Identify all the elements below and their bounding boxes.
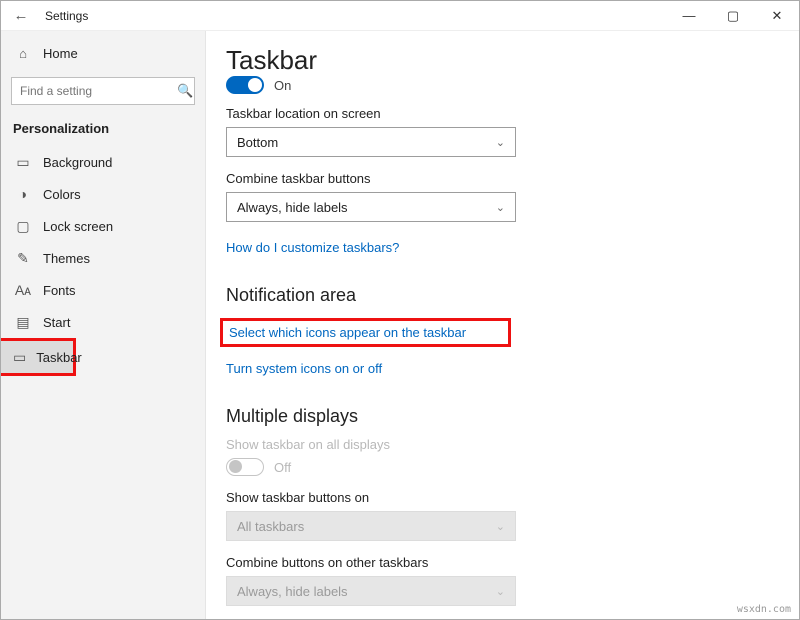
watermark: wsxdn.com [737,604,791,615]
combine-dropdown[interactable]: Always, hide labels ⌄ [226,192,516,222]
combine-other-value: Always, hide labels [237,584,348,599]
system-icons-link[interactable]: Turn system icons on or off [226,361,382,376]
settings-window: ← Settings — ▢ ✕ ⌂ Home 🔍 Personalizatio… [0,0,800,620]
sidebar-item-label: Colors [43,187,81,202]
sidebar-item-label: Start [43,315,70,330]
search-icon: 🔍 [177,83,193,99]
chevron-down-icon: ⌄ [496,201,505,214]
taskbar-icon: ▭ [13,349,26,366]
sidebar-item-start[interactable]: ▤ Start [1,306,205,338]
multiple-displays-heading: Multiple displays [226,406,729,427]
show-all-toggle [226,458,264,476]
sidebar-item-themes[interactable]: ✎ Themes [1,242,205,274]
sidebar-item-colors[interactable]: ◑ Colors [1,178,205,210]
search-box[interactable]: 🔍 [11,77,195,105]
cutoff-toggle-row: On [226,76,729,94]
prev-toggle[interactable] [226,76,264,94]
sidebar-item-fonts[interactable]: Aᴀ Fonts [1,274,205,306]
prev-toggle-label: On [274,78,291,93]
show-buttons-on-value: All taskbars [237,519,304,534]
show-buttons-on-label: Show taskbar buttons on [226,490,729,505]
back-button[interactable]: ← [11,6,31,26]
caption-buttons: — ▢ ✕ [667,1,799,31]
sidebar-item-label: Taskbar [36,350,82,365]
combine-label: Combine taskbar buttons [226,171,729,186]
location-value: Bottom [237,135,278,150]
combine-other-label: Combine buttons on other taskbars [226,555,729,570]
customize-link[interactable]: How do I customize taskbars? [226,240,399,255]
start-icon: ▤ [13,314,33,331]
show-all-state: Off [274,460,291,475]
search-input[interactable] [18,83,177,99]
sidebar-item-label: Background [43,155,112,170]
maximize-icon: ▢ [727,8,739,24]
sidebar: ⌂ Home 🔍 Personalization ▭ Background ◑ … [1,31,206,619]
sidebar-item-label: Themes [43,251,90,266]
combine-value: Always, hide labels [237,200,348,215]
minimize-icon: — [683,8,696,23]
show-buttons-on-dropdown: All taskbars ⌄ [226,511,516,541]
chevron-down-icon: ⌄ [496,585,505,598]
maximize-button[interactable]: ▢ [711,1,755,31]
sidebar-item-background[interactable]: ▭ Background [1,146,205,178]
select-icons-link[interactable]: Select which icons appear on the taskbar [220,318,511,347]
sidebar-item-label: Fonts [43,283,76,298]
chevron-down-icon: ⌄ [496,520,505,533]
location-dropdown[interactable]: Bottom ⌄ [226,127,516,157]
page-title: Taskbar [226,45,729,76]
sidebar-item-lock-screen[interactable]: ▢ Lock screen [1,210,205,242]
sidebar-item-taskbar[interactable]: ▭ Taskbar [1,341,73,373]
body: ⌂ Home 🔍 Personalization ▭ Background ◑ … [1,31,799,619]
close-icon: ✕ [772,8,783,24]
sidebar-home[interactable]: ⌂ Home [1,37,205,69]
lock-screen-icon: ▢ [13,218,33,235]
window-title: Settings [45,9,88,23]
sidebar-item-label: Lock screen [43,219,113,234]
colors-icon: ◑ [13,186,33,202]
back-arrow-icon: ← [14,7,29,24]
combine-other-dropdown: Always, hide labels ⌄ [226,576,516,606]
notification-heading: Notification area [226,285,729,306]
titlebar: ← Settings — ▢ ✕ [1,1,799,31]
home-icon: ⌂ [13,46,33,61]
minimize-button[interactable]: — [667,1,711,31]
fonts-icon: Aᴀ [13,282,33,298]
close-button[interactable]: ✕ [755,1,799,31]
show-all-label: Show taskbar on all displays [226,437,729,452]
background-icon: ▭ [13,154,33,171]
content-pane[interactable]: Taskbar On Taskbar location on screen Bo… [206,31,799,619]
highlight-taskbar-nav: ▭ Taskbar [1,338,76,376]
category-heading: Personalization [1,117,205,146]
location-label: Taskbar location on screen [226,106,729,121]
home-label: Home [43,46,78,61]
chevron-down-icon: ⌄ [496,136,505,149]
themes-icon: ✎ [13,250,33,267]
